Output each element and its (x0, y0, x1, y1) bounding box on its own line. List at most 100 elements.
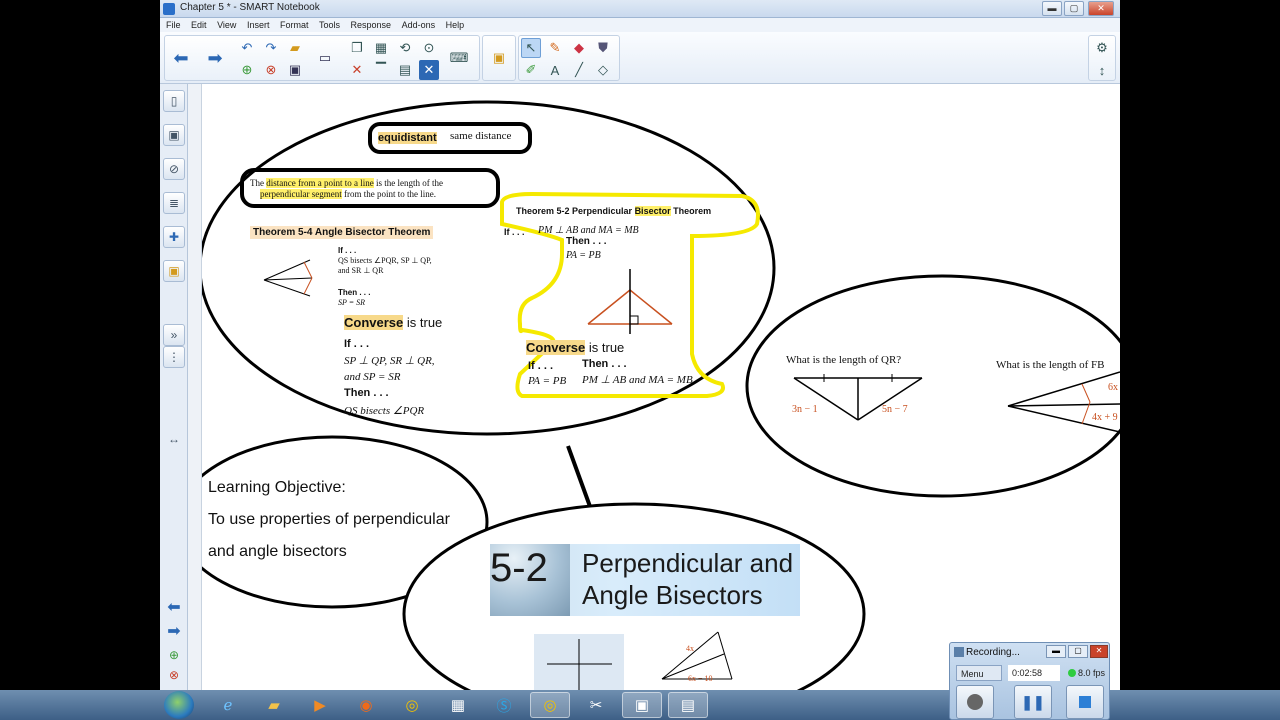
screen-shade-icon[interactable]: ▭ (315, 48, 335, 68)
thm54-if: If . . . (338, 246, 357, 255)
record-button[interactable] (956, 685, 994, 719)
snipping-icon[interactable]: ✂ (576, 692, 616, 718)
menu-tools[interactable]: Tools (319, 18, 340, 32)
reload-icon[interactable]: ⟲ (395, 38, 415, 58)
addons-icon[interactable]: ✚ (163, 226, 185, 248)
creative-pen-icon[interactable]: ✐ (521, 60, 541, 80)
menu-format[interactable]: Format (280, 18, 309, 32)
recording-title: Recording... (966, 647, 1020, 658)
select-icon[interactable]: ↖ (521, 38, 541, 58)
menu-file[interactable]: File (166, 18, 181, 32)
zoom-icon[interactable]: ⊙ (419, 38, 439, 58)
toolbar-move-icon[interactable]: ↕ (1092, 60, 1112, 80)
recording-menu[interactable]: Menu (956, 665, 1002, 681)
table-icon[interactable]: ▔ (371, 60, 391, 80)
cut-icon[interactable]: ✕ (347, 60, 367, 80)
firefox-icon[interactable]: ◉ (346, 692, 386, 718)
grid-icon[interactable]: ▤ (395, 60, 415, 80)
start-button[interactable] (164, 691, 194, 719)
menu-bar: File Edit View Insert Format Tools Respo… (160, 18, 1120, 32)
menu-edit[interactable]: Edit (191, 18, 207, 32)
save-icon[interactable]: ▣ (285, 60, 305, 80)
converse-right-word: Converse (526, 340, 586, 355)
delete-icon[interactable]: ✕ (419, 60, 439, 80)
toolbar-group-settings: ⚙ ↕ (1088, 35, 1116, 81)
equidistant-word: equidistant (378, 132, 437, 144)
menu-view[interactable]: View (217, 18, 236, 32)
menu-insert[interactable]: Insert (247, 18, 270, 32)
conv-then-text: QS bisects ∠PQR (344, 405, 425, 417)
distance-highlight2: perpendicular segment (260, 189, 342, 199)
r-if: If . . . (528, 360, 554, 372)
menu-response[interactable]: Response (351, 18, 392, 32)
minimize-button[interactable]: ▬ (1042, 1, 1062, 16)
smart-notebook-icon[interactable]: ▣ (622, 692, 662, 718)
stop-button[interactable] (1066, 685, 1104, 719)
add-page-side-icon[interactable]: ⊕ (163, 644, 185, 666)
settings-icon[interactable]: ⚙ (1092, 38, 1112, 58)
objective-line1: To use properties of perpendicular (208, 511, 450, 528)
recording-minimize-button[interactable]: ▬ (1046, 645, 1066, 658)
delete-page-icon[interactable]: ⊗ (261, 60, 281, 80)
recording-restore-button[interactable]: ▢ (1068, 645, 1088, 658)
prev-page-icon[interactable]: ⬅ (163, 596, 185, 618)
apps-icon[interactable]: ▦ (438, 692, 478, 718)
menu-help[interactable]: Help (446, 18, 465, 32)
fill-icon[interactable]: ⛊ (593, 38, 613, 58)
recording-close-button[interactable]: ✕ (1090, 645, 1108, 658)
delete-page-side-icon[interactable]: ⊗ (163, 664, 185, 686)
redo-icon[interactable]: ↷ (261, 38, 281, 58)
paste-icon[interactable]: ❐ (347, 38, 367, 58)
skype-icon[interactable]: Ⓢ (484, 692, 524, 718)
thm54-if-text2: and SR ⊥ QR (338, 266, 384, 275)
shape-icon[interactable]: ◇ (593, 60, 613, 80)
question-fb: What is the length of FB (996, 359, 1105, 371)
toolbar-group-response: ▣ (482, 35, 516, 81)
media-player-icon[interactable]: ▶ (300, 692, 340, 718)
response-icon[interactable]: ▣ (489, 48, 509, 68)
close-button[interactable]: ✕ (1088, 1, 1114, 16)
menu-addons[interactable]: Add-ons (402, 18, 436, 32)
recording-fps: 8.0 fps (1078, 668, 1106, 678)
converse-right-is-true: is true (588, 340, 625, 355)
r-if-text: PA = PB (528, 375, 567, 387)
distance-definition-line1: The distance from a point to a line is t… (250, 178, 443, 188)
chrome-icon[interactable]: ◎ (392, 692, 432, 718)
attachments-icon[interactable]: ⊘ (163, 158, 185, 180)
connector-line (566, 445, 594, 513)
thm52-title-c: Theorem (673, 206, 712, 216)
undo-icon[interactable]: ↶ (237, 38, 257, 58)
vertical-scrollbar[interactable] (188, 84, 202, 690)
open-icon[interactable]: ▰ (285, 38, 305, 58)
add-page-icon[interactable]: ⊕ (237, 60, 257, 80)
forward-arrow-icon[interactable]: ➡ (205, 48, 225, 68)
document-camera-icon[interactable]: ⌨ (449, 48, 469, 68)
eraser-icon[interactable]: ◆ (569, 38, 589, 58)
panel-grip-icon[interactable]: ⋮ (163, 346, 185, 368)
pen-icon[interactable]: ✎ (545, 38, 565, 58)
text-icon[interactable]: A (545, 60, 565, 80)
next-page-icon[interactable]: ➡ (163, 620, 185, 642)
screen-capture-icon[interactable]: ▦ (371, 38, 391, 58)
resize-icon[interactable]: ↔ (163, 428, 185, 450)
properties-icon[interactable]: ≣ (163, 192, 185, 214)
thm54-then: Then . . . (338, 288, 371, 297)
app-icon (163, 3, 175, 15)
back-arrow-icon[interactable]: ⬅ (171, 48, 191, 68)
distance-mid: is the length of the (375, 178, 443, 188)
whiteboard-canvas[interactable]: equidistant same distance The distance f… (202, 84, 1120, 690)
chrome-alt-icon[interactable]: ◎ (530, 692, 570, 718)
ie-icon[interactable]: ℯ (208, 692, 248, 718)
recorder-icon-taskbar[interactable]: ▤ (668, 692, 708, 718)
thm52-if-text: PM ⊥ AB and MA = MB (538, 225, 639, 236)
conv-if-text2: and SP = SR (344, 371, 401, 383)
gallery-icon[interactable]: ▣ (163, 124, 185, 146)
pause-button[interactable]: ❚❚ (1014, 685, 1052, 719)
page-sorter-icon[interactable]: ▯ (163, 90, 185, 112)
recording-widget: Recording... ▬ ▢ ✕ Menu 0:02:58 8.0 fps … (949, 642, 1110, 720)
line-icon[interactable]: ╱ (569, 60, 589, 80)
response-side-icon[interactable]: ▣ (163, 260, 185, 282)
expand-panel-icon[interactable]: » (163, 324, 185, 346)
explorer-icon[interactable]: ▰ (254, 692, 294, 718)
maximize-button[interactable]: ▢ (1064, 1, 1084, 16)
